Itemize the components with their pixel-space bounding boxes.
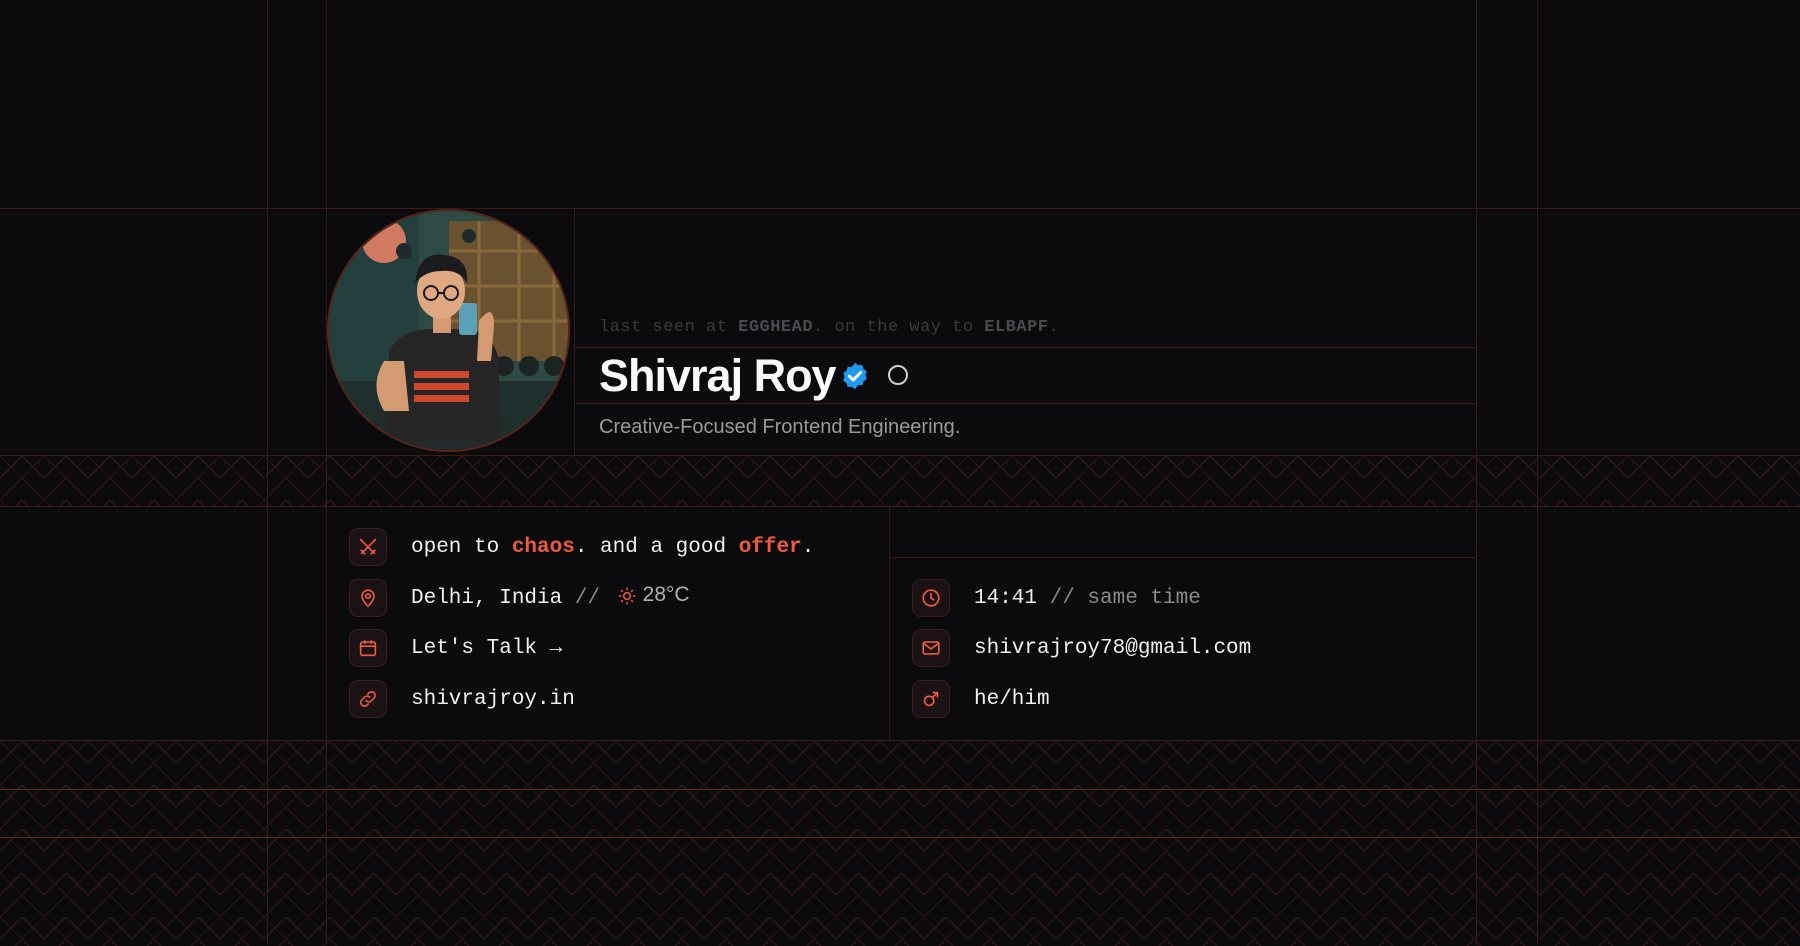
local-time: 14:41 [974,586,1038,610]
last-seen-status: last seen at EGGHEAD. on the way to ELBA… [599,318,1059,337]
status-mid: . on the way to [813,318,974,337]
location-row: Delhi, India // 28°C [349,579,690,617]
motto-row: open to chaos. and a good offer. [349,528,814,566]
lets-talk-row[interactable]: Let's Talk → [349,629,562,667]
clock-icon [912,579,950,617]
status-suffix: . [1048,318,1060,337]
pattern-band-bottom [0,740,1800,946]
link-icon [349,680,387,718]
grid-line-profile-left [574,208,575,455]
status-place: EGGHEAD [738,318,814,337]
band-divider-2 [0,837,1800,838]
status-destination: ELBAPF [984,318,1049,337]
pattern-band-top [0,455,1800,507]
status-prefix: last seen at [599,318,728,337]
grid-line-h1 [0,208,1800,209]
mail-icon [912,629,950,667]
email-row[interactable]: shivrajroy78@gmail.com [912,629,1251,667]
website-row[interactable]: shivrajroy.in [349,680,575,718]
lets-talk-link[interactable]: Let's Talk → [411,637,562,660]
time-note: // same time [1049,586,1201,610]
email-link[interactable]: shivrajroy78@gmail.com [974,637,1251,660]
pronouns-text: he/him [974,687,1050,711]
pronouns-row: he/him [912,680,1050,718]
verified-badge-icon [843,362,867,390]
motto-text-2: . and a good [574,535,727,559]
website-link[interactable]: shivrajroy.in [411,688,575,711]
map-pin-icon [349,579,387,617]
location-separator: // [574,586,601,610]
sun-icon [618,587,636,605]
crossed-swords-icon [349,528,387,566]
motto-highlight-offer: offer [738,535,802,559]
motto-text-3: . [801,535,815,559]
profile-name: Shivraj Roy [599,350,837,401]
location-text: Delhi, India [411,586,563,610]
profile-tagline: Creative-Focused Frontend Engineering. [599,416,961,438]
grid-line-name-top [574,347,1477,348]
band-divider-1 [0,789,1800,790]
time-row: 14:41 // same time [912,579,1201,617]
grid-line-right-top [889,557,1477,558]
motto-highlight-chaos: chaos [511,535,575,559]
temperature: 28°C [642,583,690,606]
male-symbol-icon [912,680,950,718]
avatar [327,209,570,452]
grid-line-info-divider [889,505,890,740]
presence-ring-icon [888,365,908,385]
calendar-icon [349,629,387,667]
grid-line-name-bottom [574,403,1477,404]
motto-text-1: open to [411,535,500,559]
